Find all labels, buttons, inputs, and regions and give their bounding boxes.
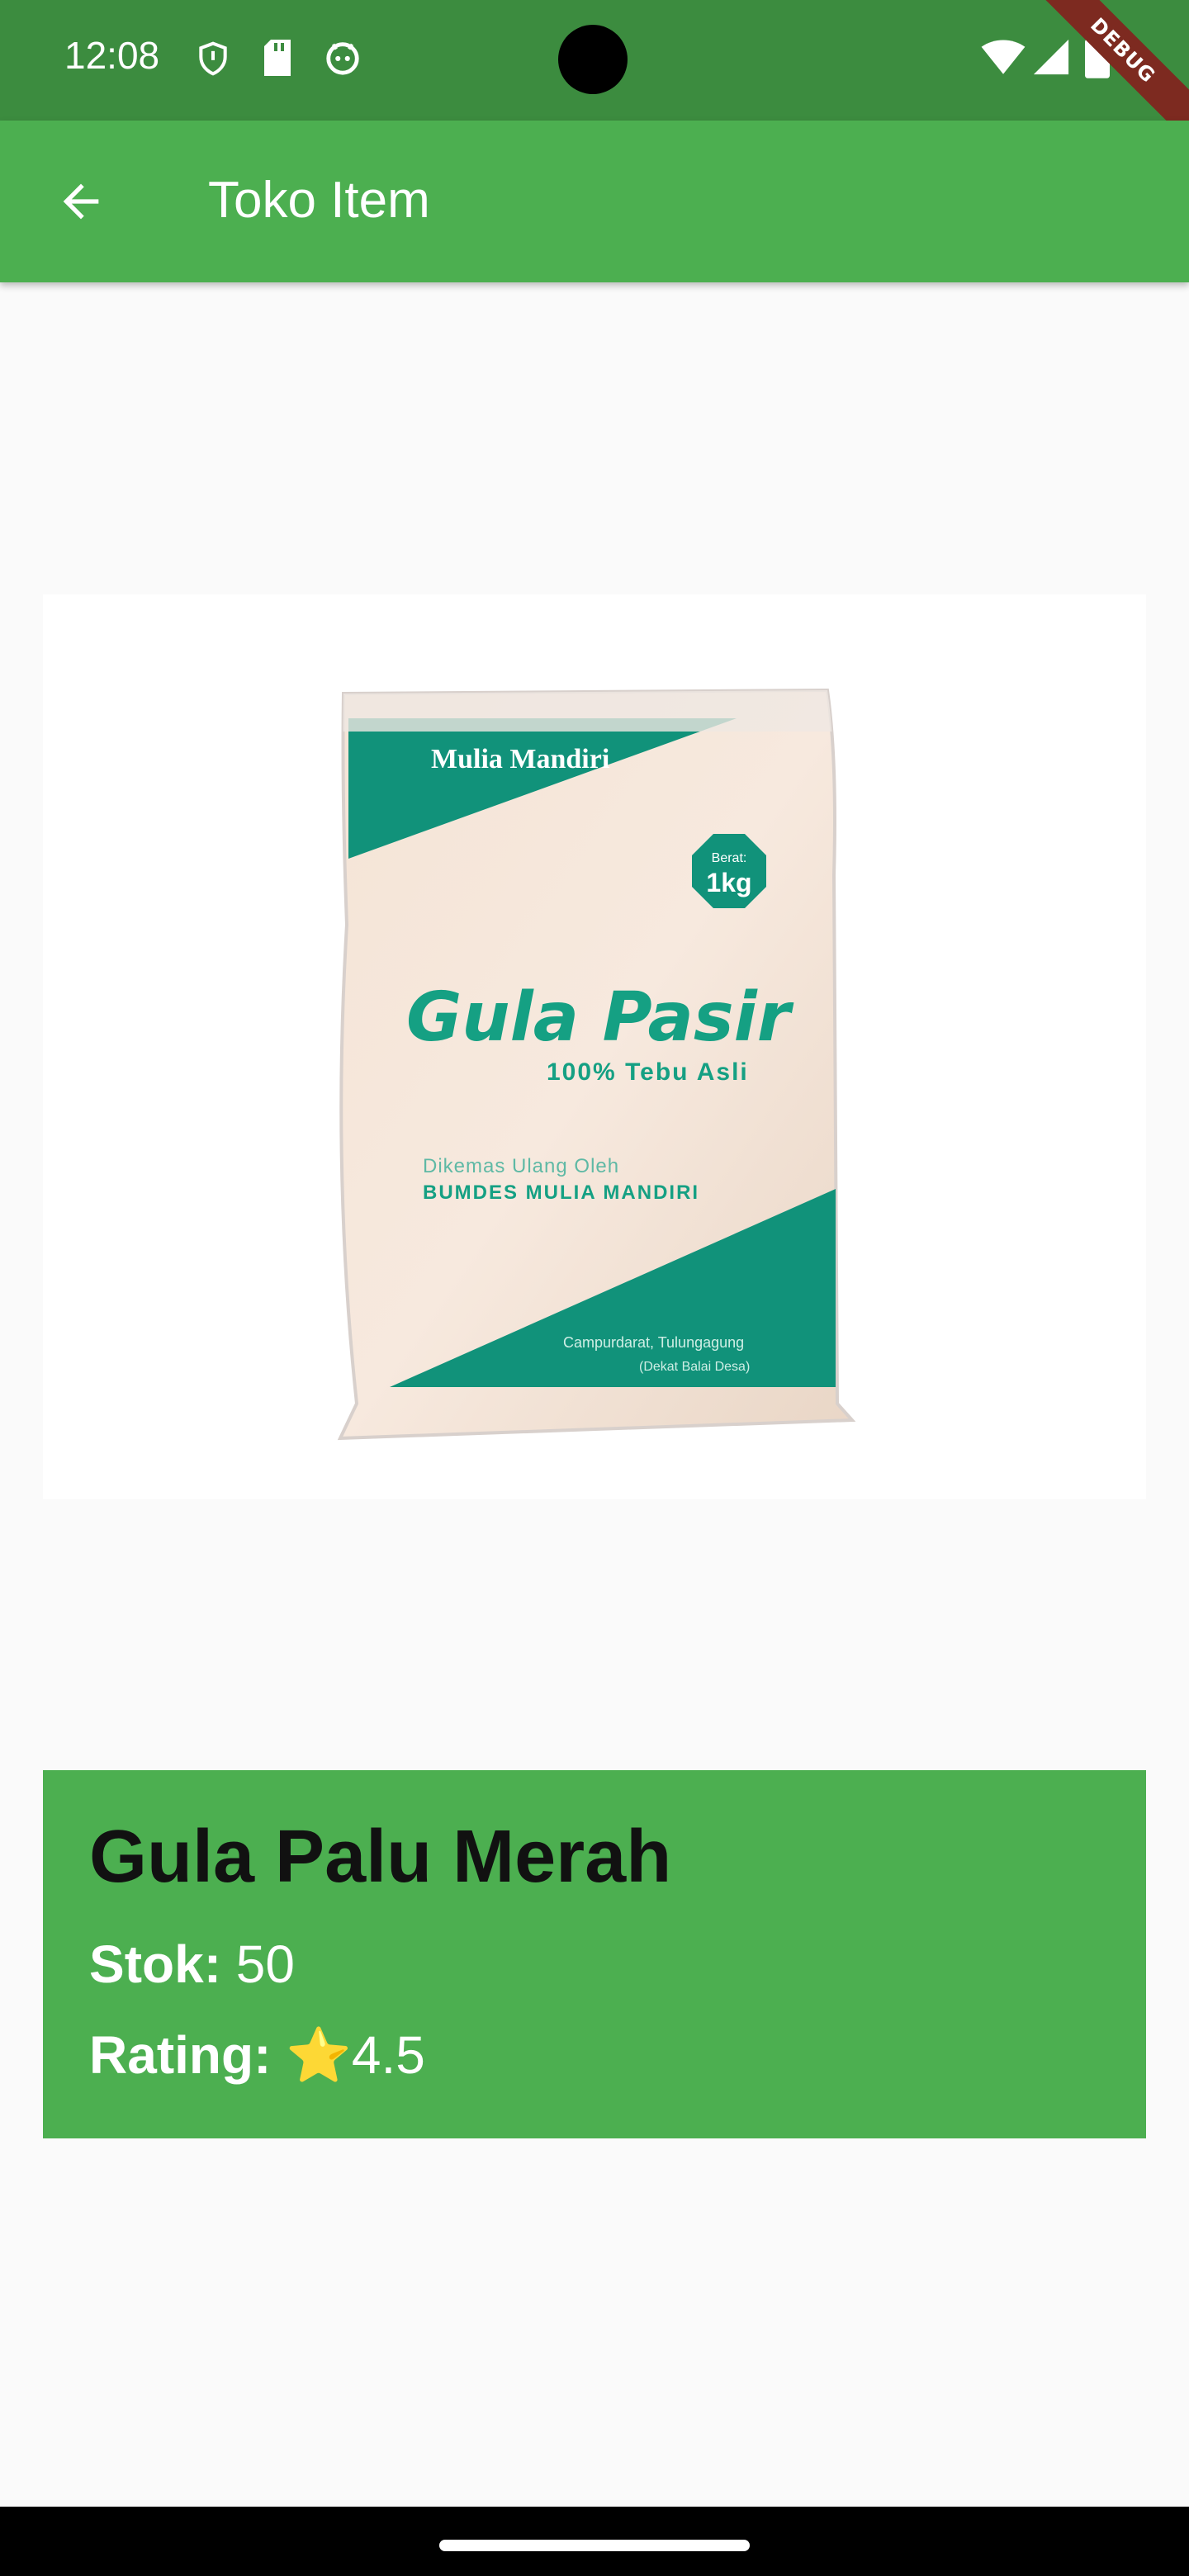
product-info-card: Gula Palu Merah Stok: 50 Rating: ⭐4.5	[43, 1770, 1146, 2138]
bag-location-note: (Dekat Balai Desa)	[639, 1360, 750, 1374]
rating-value: 4.5	[351, 2025, 425, 2085]
weight-value: 1kg	[706, 868, 751, 897]
home-gesture-handle[interactable]	[439, 2540, 750, 2551]
sugar-bag-image: Mulia Mandiri Berat: 1kg Gula Pasir 100%…	[337, 688, 856, 1441]
star-icon: ⭐	[286, 2025, 352, 2085]
android-icon	[326, 42, 359, 75]
stock-label: Stok:	[89, 1934, 236, 1994]
rating-label: Rating:	[89, 2025, 287, 2085]
bag-tagline: 100% Tebu Asli	[547, 1058, 749, 1086]
app-bar: Toko Item	[0, 121, 1189, 282]
status-bar: 12:08 DEBUG	[0, 0, 1189, 152]
page-title: Toko Item	[208, 172, 430, 229]
bag-location: Campurdarat, Tulungagung	[563, 1334, 744, 1351]
weight-label: Berat:	[712, 851, 747, 865]
shield-icon	[199, 41, 227, 76]
stock-row: Stok: 50	[89, 1935, 295, 1993]
stock-value: 50	[235, 1934, 295, 1994]
system-nav-bar	[0, 2507, 1189, 2576]
rating-row: Rating: ⭐4.5	[89, 2026, 425, 2084]
arrow-back-icon	[63, 183, 99, 220]
product-image: Mulia Mandiri Berat: 1kg Gula Pasir 100%…	[43, 594, 1146, 1499]
camera-cutout	[558, 25, 628, 94]
bag-packed-by: BUMDES MULIA MANDIRI	[423, 1181, 699, 1204]
back-button[interactable]	[41, 162, 121, 241]
bag-product-name: Gula Pasir	[406, 978, 794, 1057]
bag-packed-by-label: Dikemas Ulang Oleh	[423, 1155, 619, 1177]
product-name: Gula Palu Merah	[89, 1816, 672, 1898]
status-time: 12:08	[64, 34, 160, 77]
sd-card-icon	[264, 40, 291, 76]
brand-logo-text: Mulia Mandiri	[431, 744, 609, 774]
